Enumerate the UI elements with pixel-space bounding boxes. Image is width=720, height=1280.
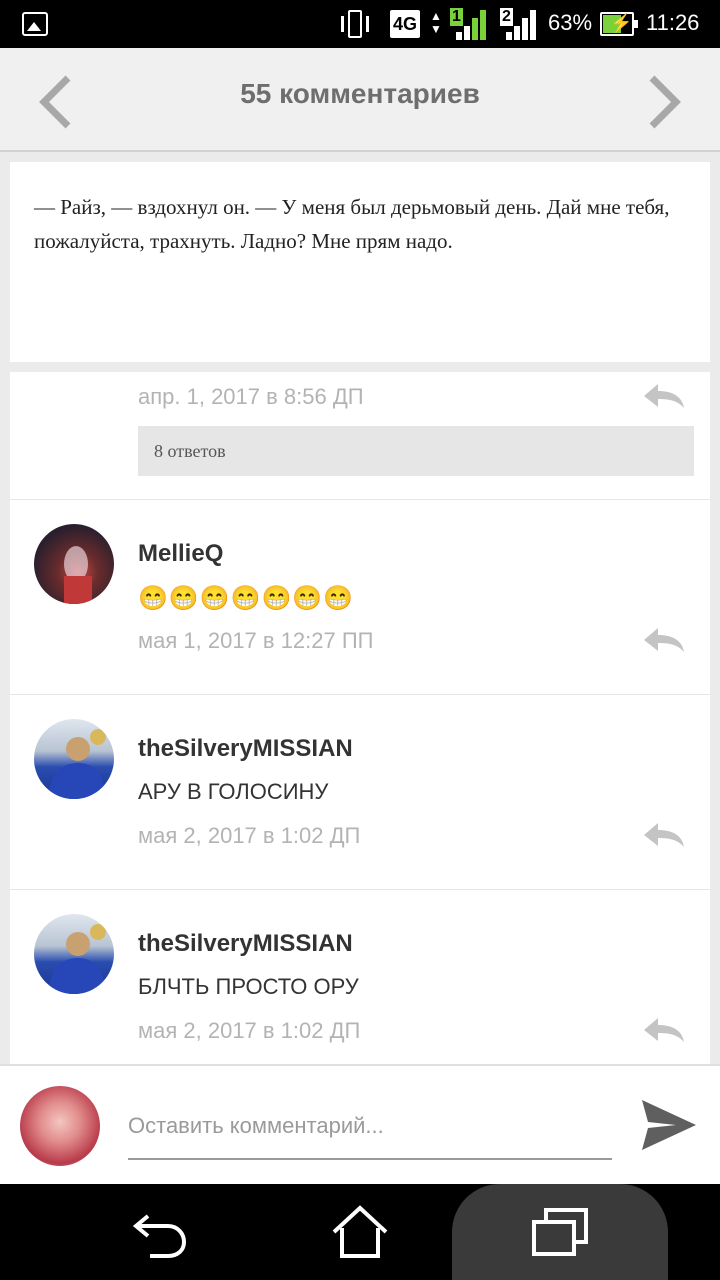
comment-username[interactable]: theSilveryMISSIAN <box>138 735 353 763</box>
nav-back-icon[interactable] <box>130 1204 190 1260</box>
comment-text: 😁😁😁😁😁😁😁 <box>138 585 355 612</box>
replies-button[interactable]: 8 ответов <box>138 426 694 476</box>
comment-text: АРУ В ГОЛОСИНУ <box>138 779 329 804</box>
reply-icon[interactable] <box>642 1016 686 1046</box>
nav-home-icon[interactable] <box>330 1204 390 1260</box>
battery-icon: ⚡ <box>600 12 638 36</box>
header-bar: 55 комментариев <box>0 48 720 152</box>
battery-percent: 63% <box>548 10 593 35</box>
reply-icon[interactable] <box>642 821 686 851</box>
avatar[interactable] <box>34 719 114 799</box>
reply-icon[interactable] <box>642 382 686 412</box>
comment-item: theSilveryMISSIAN БЛЧТЬ ПРОСТО ОРУ мая 2… <box>10 890 710 1064</box>
vibrate-icon <box>338 8 372 40</box>
forward-chevron-icon[interactable] <box>644 74 684 130</box>
send-icon[interactable] <box>640 1098 698 1152</box>
comment-date: мая 1, 2017 в 12:27 ПП <box>138 628 374 653</box>
comment-composer: Оставить комментарий... <box>0 1064 720 1184</box>
comment-date: апр. 1, 2017 в 8:56 ДП <box>138 384 364 409</box>
avatar[interactable] <box>34 914 114 994</box>
network-type: 4G <box>390 10 421 38</box>
my-avatar[interactable] <box>20 1086 100 1166</box>
post-text: — Райз, — вздохнул он. — У меня был дерь… <box>34 195 670 253</box>
navigation-bar <box>0 1184 720 1280</box>
comment-input[interactable]: Оставить комментарий... <box>128 1106 612 1160</box>
data-arrows-icon: ▲ ▼ <box>430 9 442 36</box>
status-bar: 4G ▲ ▼ 1 2 63% ⚡ 11:26 <box>0 0 720 48</box>
avatar[interactable] <box>34 524 114 604</box>
sim2-label: 2 <box>500 8 513 26</box>
comment-item: theSilveryMISSIAN АРУ В ГОЛОСИНУ мая 2, … <box>10 695 710 890</box>
comment-item: MellieQ 😁😁😁😁😁😁😁 мая 1, 2017 в 12:27 ПП <box>10 500 710 695</box>
comment-text: БЛЧТЬ ПРОСТО ОРУ <box>138 974 359 999</box>
post-excerpt: — Райз, — вздохнул он. — У меня был дерь… <box>10 162 710 362</box>
nav-recents-icon[interactable] <box>530 1204 590 1260</box>
sim1-label: 1 <box>450 8 463 26</box>
clock: 11:26 <box>646 10 700 35</box>
comment-date: мая 2, 2017 в 1:02 ДП <box>138 1018 361 1043</box>
gallery-icon <box>22 12 48 36</box>
comment-item: апр. 1, 2017 в 8:56 ДП 8 ответов <box>10 372 710 500</box>
comments-list: апр. 1, 2017 в 8:56 ДП 8 ответов MellieQ… <box>10 372 710 1064</box>
signal-icon: 1 <box>450 8 490 40</box>
signal-icon: 2 <box>500 8 540 40</box>
comment-date: мая 2, 2017 в 1:02 ДП <box>138 823 361 848</box>
comment-username[interactable]: theSilveryMISSIAN <box>138 930 353 958</box>
reply-icon[interactable] <box>642 626 686 656</box>
comment-username[interactable]: MellieQ <box>138 540 223 568</box>
page-title: 55 комментариев <box>240 78 480 109</box>
